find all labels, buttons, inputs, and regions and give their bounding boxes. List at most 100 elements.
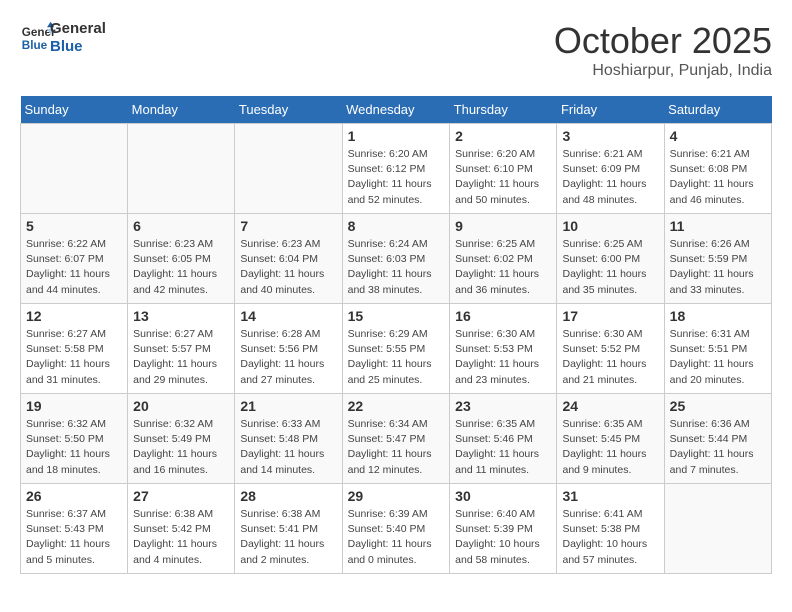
day-number: 23 bbox=[455, 398, 551, 414]
day-info: Sunrise: 6:41 AM Sunset: 5:38 PM Dayligh… bbox=[562, 507, 658, 568]
day-number: 15 bbox=[348, 308, 445, 324]
weekday-header: Tuesday bbox=[235, 96, 342, 124]
calendar-cell: 27 Sunrise: 6:38 AM Sunset: 5:42 PM Dayli… bbox=[128, 484, 235, 574]
day-number: 30 bbox=[455, 488, 551, 504]
calendar-table: SundayMondayTuesdayWednesdayThursdayFrid… bbox=[20, 96, 772, 574]
calendar-cell: 6 Sunrise: 6:23 AM Sunset: 6:05 PM Daylig… bbox=[128, 214, 235, 304]
day-number: 29 bbox=[348, 488, 445, 504]
day-number: 6 bbox=[133, 218, 229, 234]
day-info: Sunrise: 6:32 AM Sunset: 5:49 PM Dayligh… bbox=[133, 417, 229, 478]
day-number: 19 bbox=[26, 398, 122, 414]
weekday-header: Friday bbox=[557, 96, 664, 124]
day-number: 3 bbox=[562, 128, 658, 144]
day-number: 24 bbox=[562, 398, 658, 414]
calendar-cell: 9Sunrise: 6:25 AM Sunset: 6:02 PM Daylig… bbox=[450, 214, 557, 304]
calendar-cell: 31 Sunrise: 6:41 AM Sunset: 5:38 PM Dayli… bbox=[557, 484, 664, 574]
calendar-cell: 28 Sunrise: 6:38 AM Sunset: 5:41 PM Dayli… bbox=[235, 484, 342, 574]
day-number: 21 bbox=[240, 398, 336, 414]
day-info: Sunrise: 6:20 AM Sunset: 6:10 PM Dayligh… bbox=[455, 147, 551, 208]
calendar-week-row: 1 Sunrise: 6:20 AM Sunset: 6:12 PM Daylig… bbox=[21, 124, 772, 214]
calendar-week-row: 12 Sunrise: 6:27 AM Sunset: 5:58 PM Dayli… bbox=[21, 304, 772, 394]
day-info: Sunrise: 6:27 AM Sunset: 5:58 PM Dayligh… bbox=[26, 327, 122, 388]
calendar-cell: 17 Sunrise: 6:30 AM Sunset: 5:52 PM Dayli… bbox=[557, 304, 664, 394]
logo-line2: Blue bbox=[50, 38, 106, 56]
day-number: 2 bbox=[455, 128, 551, 144]
day-info: Sunrise: 6:24 AM Sunset: 6:03 PM Dayligh… bbox=[348, 237, 445, 298]
calendar-cell: 3 Sunrise: 6:21 AM Sunset: 6:09 PM Daylig… bbox=[557, 124, 664, 214]
day-number: 28 bbox=[240, 488, 336, 504]
day-info: Sunrise: 6:33 AM Sunset: 5:48 PM Dayligh… bbox=[240, 417, 336, 478]
day-info: Sunrise: 6:35 AM Sunset: 5:45 PM Dayligh… bbox=[562, 417, 658, 478]
day-info: Sunrise: 6:26 AM Sunset: 5:59 PM Dayligh… bbox=[670, 237, 766, 298]
calendar-cell: 22 Sunrise: 6:34 AM Sunset: 5:47 PM Dayli… bbox=[342, 394, 450, 484]
day-info: Sunrise: 6:38 AM Sunset: 5:41 PM Dayligh… bbox=[240, 507, 336, 568]
day-info: Sunrise: 6:30 AM Sunset: 5:52 PM Dayligh… bbox=[562, 327, 658, 388]
day-number: 5 bbox=[26, 218, 122, 234]
day-info: Sunrise: 6:35 AM Sunset: 5:46 PM Dayligh… bbox=[455, 417, 551, 478]
day-number: 12 bbox=[26, 308, 122, 324]
weekday-header: Wednesday bbox=[342, 96, 450, 124]
calendar-cell: 16 Sunrise: 6:30 AM Sunset: 5:53 PM Dayli… bbox=[450, 304, 557, 394]
calendar-cell: 19Sunrise: 6:32 AM Sunset: 5:50 PM Dayli… bbox=[21, 394, 128, 484]
calendar-cell: 2 Sunrise: 6:20 AM Sunset: 6:10 PM Daylig… bbox=[450, 124, 557, 214]
day-info: Sunrise: 6:20 AM Sunset: 6:12 PM Dayligh… bbox=[348, 147, 445, 208]
day-number: 17 bbox=[562, 308, 658, 324]
calendar-cell: 25 Sunrise: 6:36 AM Sunset: 5:44 PM Dayli… bbox=[664, 394, 771, 484]
day-info: Sunrise: 6:22 AM Sunset: 6:07 PM Dayligh… bbox=[26, 237, 122, 298]
day-number: 27 bbox=[133, 488, 229, 504]
calendar-cell bbox=[664, 484, 771, 574]
day-number: 25 bbox=[670, 398, 766, 414]
calendar-cell: 20Sunrise: 6:32 AM Sunset: 5:49 PM Dayli… bbox=[128, 394, 235, 484]
calendar-week-row: 19Sunrise: 6:32 AM Sunset: 5:50 PM Dayli… bbox=[21, 394, 772, 484]
day-number: 22 bbox=[348, 398, 445, 414]
day-number: 16 bbox=[455, 308, 551, 324]
day-info: Sunrise: 6:21 AM Sunset: 6:09 PM Dayligh… bbox=[562, 147, 658, 208]
logo-line1: General bbox=[50, 20, 106, 38]
calendar-cell: 15 Sunrise: 6:29 AM Sunset: 5:55 PM Dayli… bbox=[342, 304, 450, 394]
logo: General Blue General Blue bbox=[20, 20, 106, 56]
day-info: Sunrise: 6:27 AM Sunset: 5:57 PM Dayligh… bbox=[133, 327, 229, 388]
day-info: Sunrise: 6:34 AM Sunset: 5:47 PM Dayligh… bbox=[348, 417, 445, 478]
calendar-cell: 13Sunrise: 6:27 AM Sunset: 5:57 PM Dayli… bbox=[128, 304, 235, 394]
calendar-week-row: 5 Sunrise: 6:22 AM Sunset: 6:07 PM Daylig… bbox=[21, 214, 772, 304]
day-info: Sunrise: 6:37 AM Sunset: 5:43 PM Dayligh… bbox=[26, 507, 122, 568]
calendar-week-row: 26 Sunrise: 6:37 AM Sunset: 5:43 PM Dayli… bbox=[21, 484, 772, 574]
day-info: Sunrise: 6:21 AM Sunset: 6:08 PM Dayligh… bbox=[670, 147, 766, 208]
day-info: Sunrise: 6:39 AM Sunset: 5:40 PM Dayligh… bbox=[348, 507, 445, 568]
day-number: 10 bbox=[562, 218, 658, 234]
calendar-cell: 8Sunrise: 6:24 AM Sunset: 6:03 PM Daylig… bbox=[342, 214, 450, 304]
calendar-cell: 10Sunrise: 6:25 AM Sunset: 6:00 PM Dayli… bbox=[557, 214, 664, 304]
day-info: Sunrise: 6:30 AM Sunset: 5:53 PM Dayligh… bbox=[455, 327, 551, 388]
day-info: Sunrise: 6:23 AM Sunset: 6:05 PM Dayligh… bbox=[133, 237, 229, 298]
day-info: Sunrise: 6:28 AM Sunset: 5:56 PM Dayligh… bbox=[240, 327, 336, 388]
calendar-cell: 29 Sunrise: 6:39 AM Sunset: 5:40 PM Dayli… bbox=[342, 484, 450, 574]
calendar-cell: 5 Sunrise: 6:22 AM Sunset: 6:07 PM Daylig… bbox=[21, 214, 128, 304]
day-number: 31 bbox=[562, 488, 658, 504]
calendar-cell: 30Sunrise: 6:40 AM Sunset: 5:39 PM Dayli… bbox=[450, 484, 557, 574]
title-block: October 2025 Hoshiarpur, Punjab, India bbox=[554, 20, 772, 80]
calendar-cell bbox=[21, 124, 128, 214]
day-number: 1 bbox=[348, 128, 445, 144]
day-info: Sunrise: 6:38 AM Sunset: 5:42 PM Dayligh… bbox=[133, 507, 229, 568]
day-number: 11 bbox=[670, 218, 766, 234]
location: Hoshiarpur, Punjab, India bbox=[554, 62, 772, 80]
calendar-cell bbox=[128, 124, 235, 214]
day-number: 9 bbox=[455, 218, 551, 234]
month-title: October 2025 bbox=[554, 20, 772, 62]
day-info: Sunrise: 6:29 AM Sunset: 5:55 PM Dayligh… bbox=[348, 327, 445, 388]
day-info: Sunrise: 6:36 AM Sunset: 5:44 PM Dayligh… bbox=[670, 417, 766, 478]
page-header: General Blue General Blue October 2025 H… bbox=[20, 20, 772, 80]
calendar-cell bbox=[235, 124, 342, 214]
weekday-header: Monday bbox=[128, 96, 235, 124]
calendar-cell: 12 Sunrise: 6:27 AM Sunset: 5:58 PM Dayli… bbox=[21, 304, 128, 394]
day-number: 18 bbox=[670, 308, 766, 324]
calendar-cell: 23 Sunrise: 6:35 AM Sunset: 5:46 PM Dayli… bbox=[450, 394, 557, 484]
weekday-header: Thursday bbox=[450, 96, 557, 124]
day-number: 7 bbox=[240, 218, 336, 234]
weekday-header: Saturday bbox=[664, 96, 771, 124]
weekday-header-row: SundayMondayTuesdayWednesdayThursdayFrid… bbox=[21, 96, 772, 124]
calendar-cell: 24 Sunrise: 6:35 AM Sunset: 5:45 PM Dayli… bbox=[557, 394, 664, 484]
calendar-cell: 26 Sunrise: 6:37 AM Sunset: 5:43 PM Dayli… bbox=[21, 484, 128, 574]
day-number: 26 bbox=[26, 488, 122, 504]
day-number: 4 bbox=[670, 128, 766, 144]
